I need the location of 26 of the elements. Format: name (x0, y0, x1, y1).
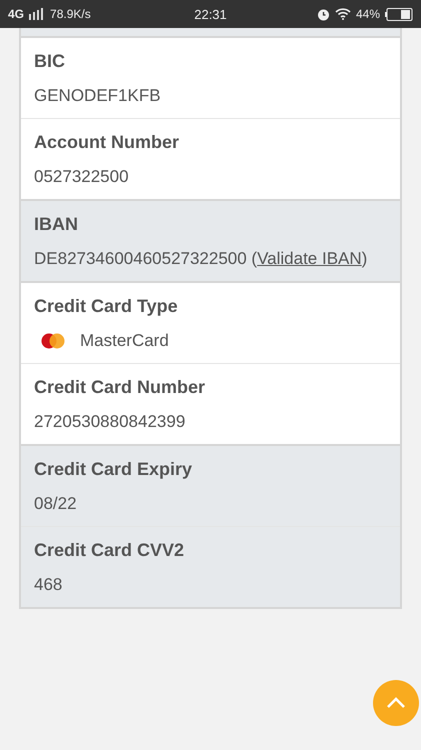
card-logo-icon (40, 332, 66, 348)
field-label: Account Number (34, 132, 180, 152)
validate-link[interactable]: Validate IBAN (257, 248, 362, 268)
field-value: DE82734600460527322500 (Validate IBAN) (34, 248, 368, 268)
field-value: 468 (34, 574, 64, 594)
network-label: 4G (8, 7, 24, 21)
field-label: Credit Card Expiry (34, 458, 194, 480)
field-label: IBAN (34, 214, 79, 234)
field-label: Credit Card CVV2 (34, 540, 186, 560)
field-value: 08/22 (34, 494, 78, 514)
field-label: Credit Card Type (34, 296, 179, 316)
wifi-icon (334, 8, 351, 20)
signal-icon (29, 8, 46, 20)
scroll-top-button[interactable] (373, 680, 419, 726)
battery-percent: 44% (356, 7, 380, 21)
field-value: 0527322500 (34, 166, 130, 186)
alarm-clock-icon (316, 8, 330, 20)
field-value: 2720530880842399 (34, 412, 186, 432)
chevron-up-icon (386, 697, 406, 709)
battery-icon (385, 8, 414, 20)
field-label: Credit Card Number (34, 376, 206, 398)
field-value: MasterCard (80, 330, 169, 350)
clock: 22:31 (194, 6, 227, 22)
field-value: GENODEF1KFB (34, 86, 162, 106)
field-label: BIC (34, 50, 66, 72)
network-speed: 78.9K/s (50, 7, 91, 21)
